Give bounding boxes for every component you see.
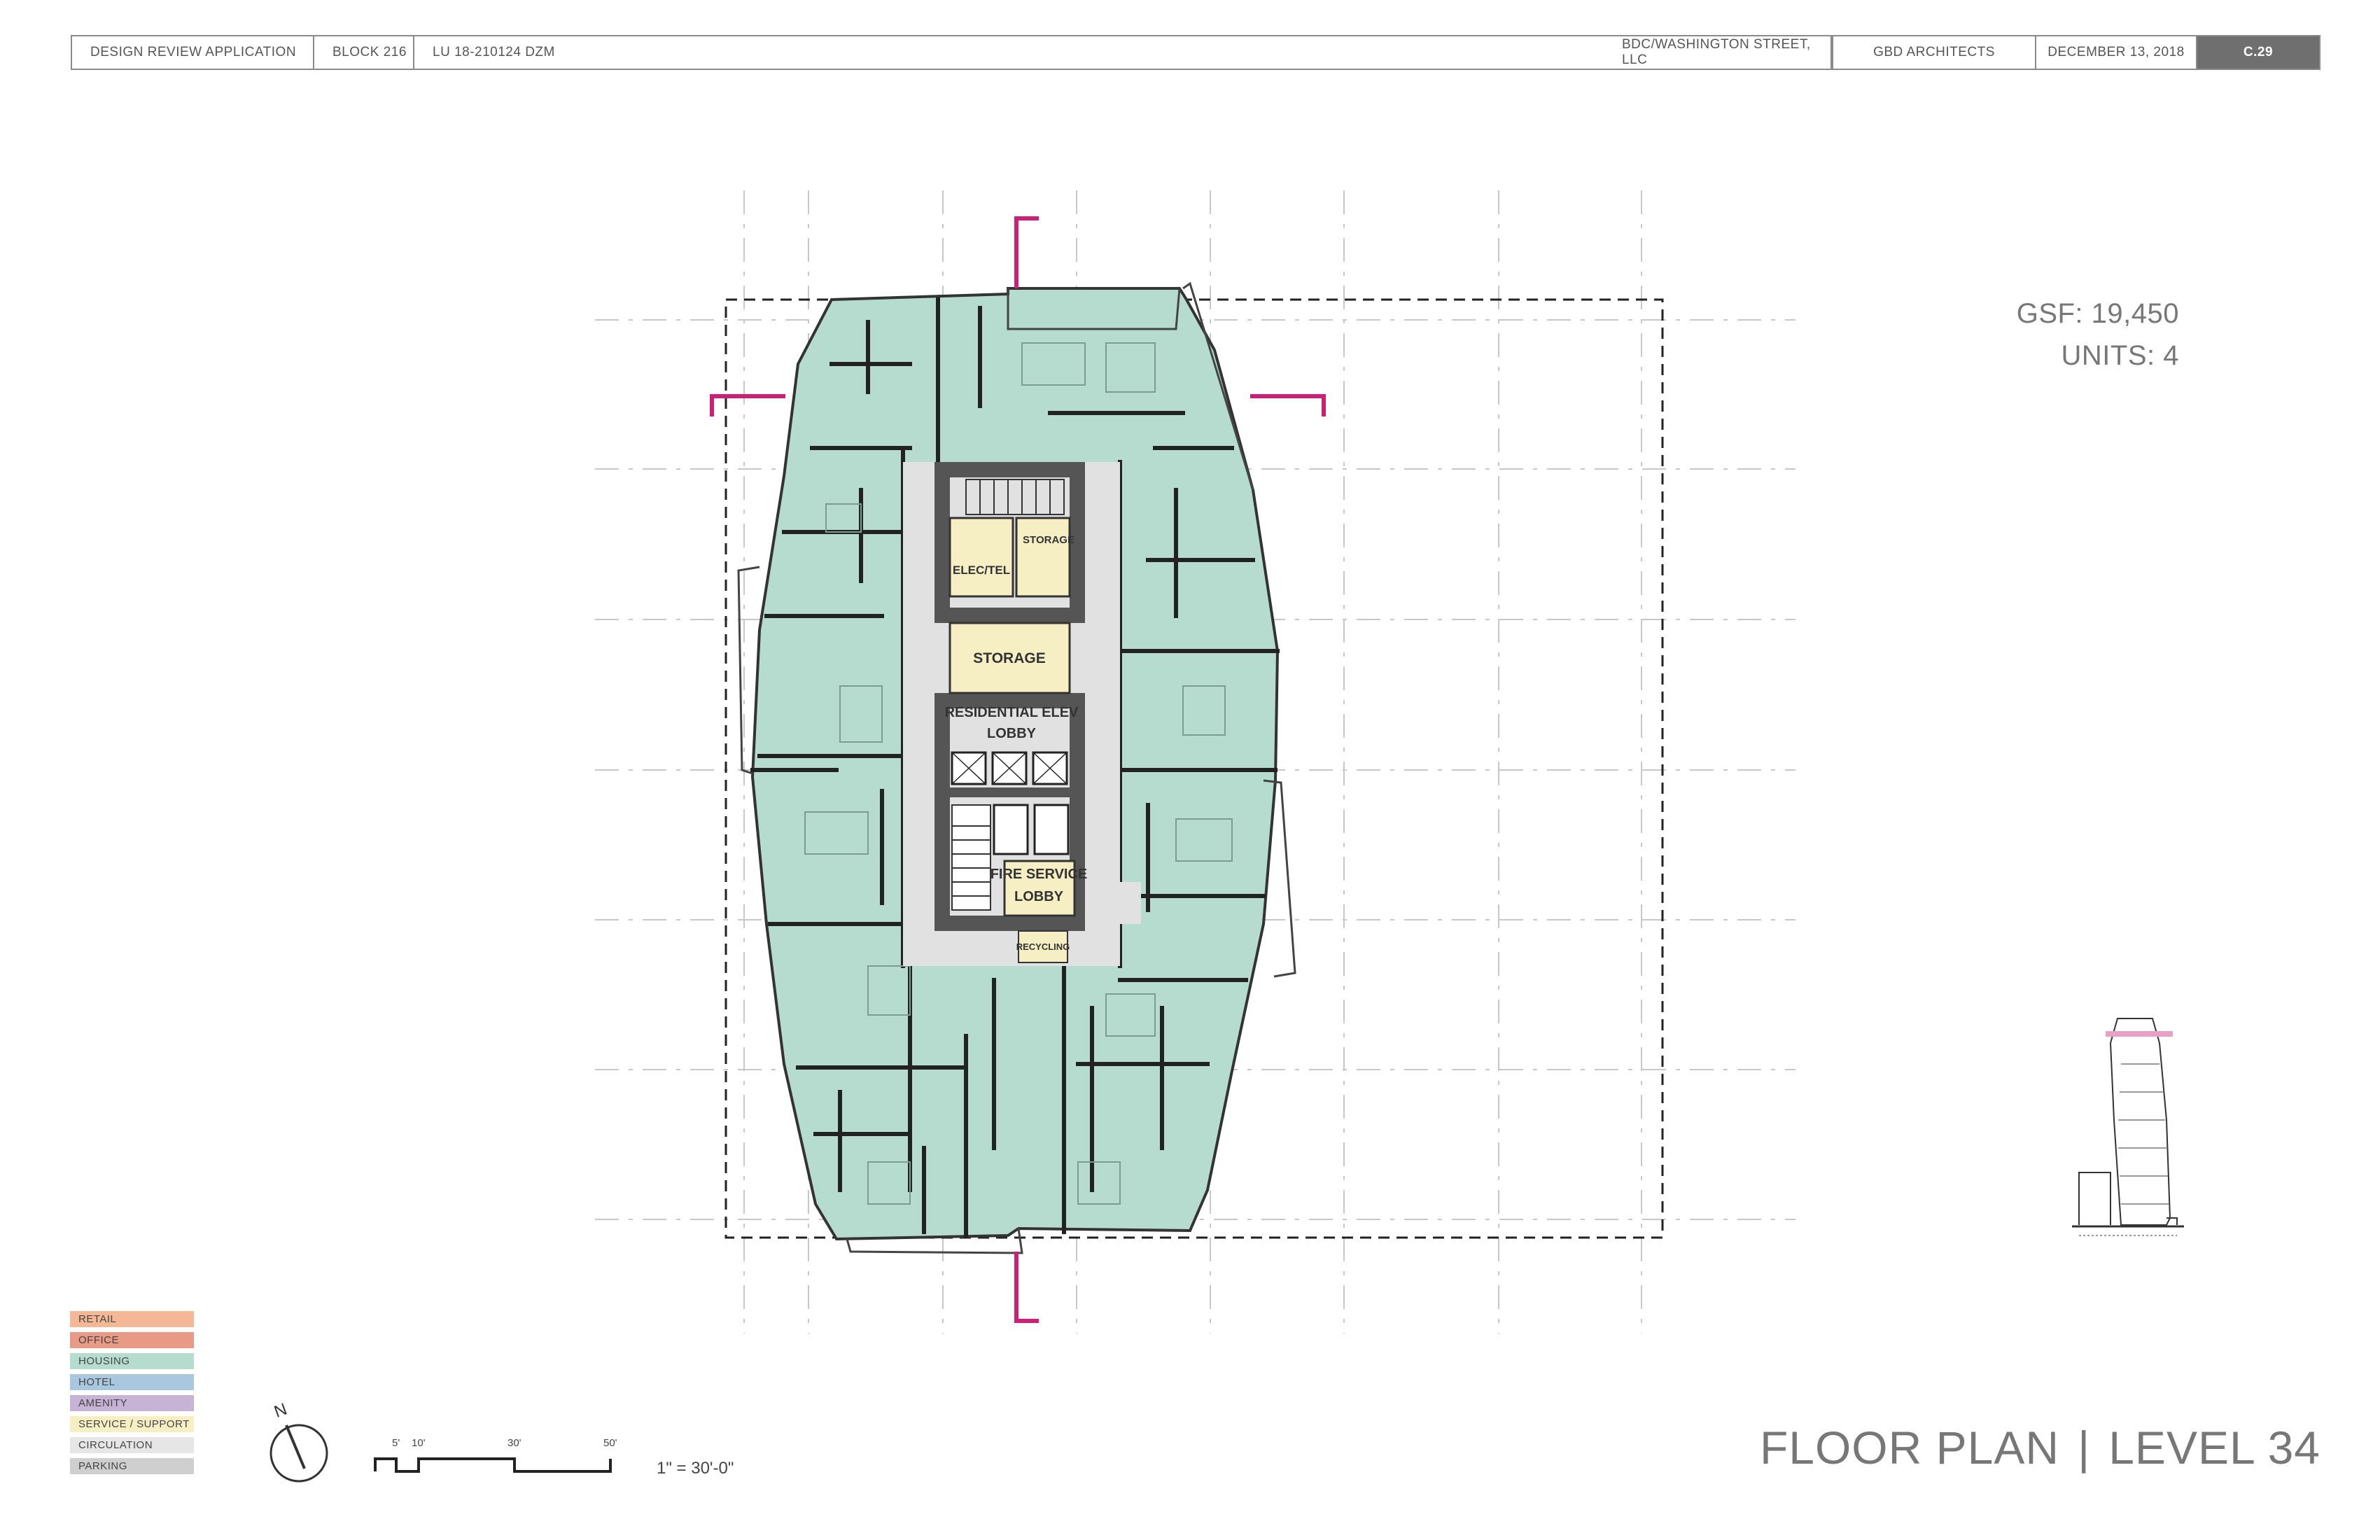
gsf-value: GSF: 19,450: [2016, 298, 2179, 329]
legend-item-circulation: CIRCULATION: [70, 1437, 194, 1453]
storage-small-room: [1015, 517, 1071, 598]
sheet-title-left: FLOOR PLAN: [1759, 1422, 2060, 1474]
program-legend: RETAIL OFFICE HOUSING HOTEL AMENITY SERVICE /…: [70, 1311, 194, 1479]
scale-bar: [374, 1457, 612, 1473]
legend-item-service-support: SERVICE / SUPPORT: [70, 1416, 194, 1432]
scale-tick-50: 50': [603, 1437, 617, 1449]
recycling-label: RECYCLING: [1016, 941, 1070, 952]
legend-item-housing: HOUSING: [70, 1353, 194, 1369]
elec-tel-room: [948, 517, 1014, 598]
area-stats: GSF: 19,450 UNITS: 4: [2017, 293, 2179, 377]
north-letter: N: [272, 1400, 290, 1422]
storage-large-label: STORAGE: [973, 650, 1045, 666]
fire-lobby-label-2: LOBBY: [1014, 889, 1064, 904]
stair-south: [951, 804, 991, 911]
units-value: UNITS: 4: [2061, 340, 2179, 371]
scale-tick-5: 5': [392, 1437, 400, 1449]
scale-tick-10: 10': [412, 1437, 426, 1449]
legend-item-office: OFFICE: [70, 1332, 194, 1348]
sheet-title-separator: |: [2078, 1422, 2091, 1474]
scale-ratio: 1" = 30'-0": [657, 1459, 734, 1478]
elec-tel-label: ELEC/TEL: [953, 564, 1010, 577]
sheet-title: FLOOR PLAN | LEVEL 34: [1760, 1421, 2320, 1474]
north-arrow: N: [270, 1400, 328, 1483]
residential-lobby-label-2: LOBBY: [987, 726, 1037, 741]
storage-small-label: STORAGE: [1023, 534, 1074, 546]
legend-item-amenity: AMENITY: [70, 1395, 194, 1411]
floor-plan-drawing: ELEC/TEL STORAGE STORAGE RESIDENTIAL ELE…: [270, 190, 2184, 1483]
fire-lobby-label-1: FIRE SERVICE: [990, 867, 1088, 882]
legend-item-parking: PARKING: [70, 1458, 194, 1474]
tower-key-diagram: [2072, 1018, 2184, 1236]
residential-lobby-label-1: RESIDENTIAL ELEV: [945, 705, 1079, 720]
level-highlight-band: [2106, 1031, 2173, 1037]
core-corridor-right: [1120, 882, 1141, 924]
sheet-title-right: LEVEL 34: [2108, 1422, 2320, 1474]
legend-item-retail: RETAIL: [70, 1311, 194, 1327]
legend-item-hotel: HOTEL: [70, 1374, 194, 1390]
scale-tick-30: 30': [507, 1437, 522, 1449]
